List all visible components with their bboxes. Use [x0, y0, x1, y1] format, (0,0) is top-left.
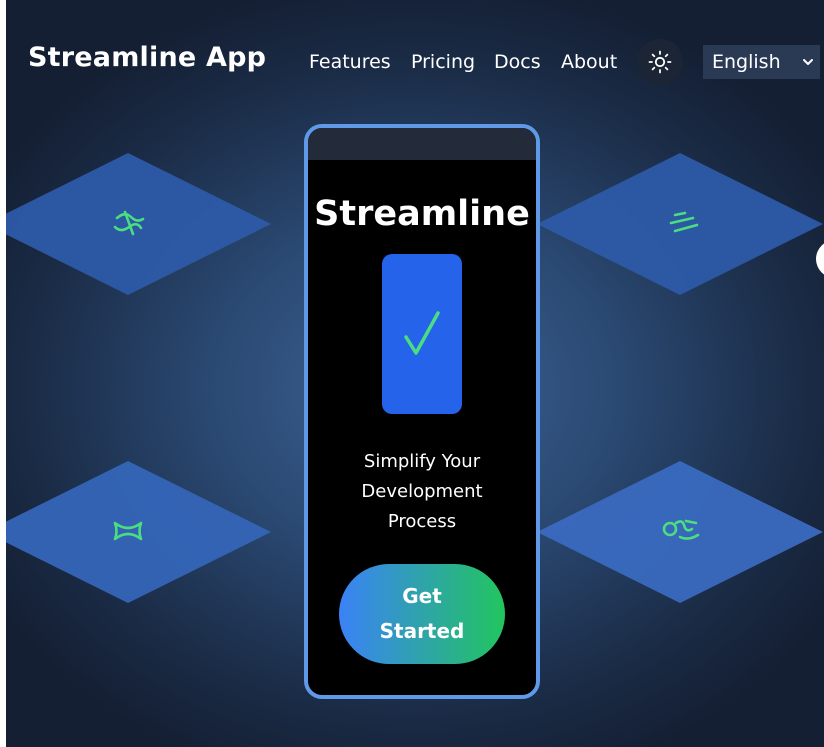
cta-label-line: Get: [402, 584, 442, 608]
tagline-line: Development: [361, 481, 483, 502]
feature-tile-bottom-left[interactable]: [6, 461, 271, 603]
feature-tile-top-right[interactable]: [537, 153, 823, 295]
theme-toggle-button[interactable]: [637, 39, 683, 85]
brand-logo-text[interactable]: Streamline App: [28, 42, 266, 73]
tagline-line: Process: [387, 511, 457, 532]
tagline-line: Simplify Your: [363, 451, 481, 472]
check-card: [382, 254, 462, 414]
get-started-button[interactable]: Get Started: [339, 564, 505, 664]
nav-link-features[interactable]: Features: [309, 51, 391, 73]
phone-status-bar: [308, 128, 536, 160]
dollar-icon: [113, 210, 145, 236]
page: Streamline App Features Pricing Docs Abo…: [6, 0, 824, 747]
cta-label-line: Started: [379, 619, 465, 643]
phone-mockup: Streamline Simplify Your Development Pro…: [304, 124, 540, 699]
bowtie-icon: [113, 521, 143, 541]
sun-icon: [648, 50, 672, 74]
chevron-down-icon: [803, 59, 813, 65]
nav-link-docs[interactable]: Docs: [494, 51, 541, 73]
check-icon: [404, 311, 440, 355]
nav-link-pricing[interactable]: Pricing: [411, 51, 475, 73]
hero-tagline: Simplify Your Development Process: [308, 447, 536, 537]
lines-icon: [669, 211, 699, 233]
header: Streamline App Features Pricing Docs Abo…: [6, 0, 824, 124]
nav-link-about[interactable]: About: [561, 51, 617, 73]
feature-tile-top-left[interactable]: [6, 153, 271, 295]
language-select-value: English: [712, 51, 781, 73]
hero-title: Streamline: [314, 194, 530, 234]
language-select[interactable]: English: [703, 45, 820, 79]
feature-tile-bottom-right[interactable]: [537, 461, 823, 603]
glyph-icon: [662, 519, 700, 540]
